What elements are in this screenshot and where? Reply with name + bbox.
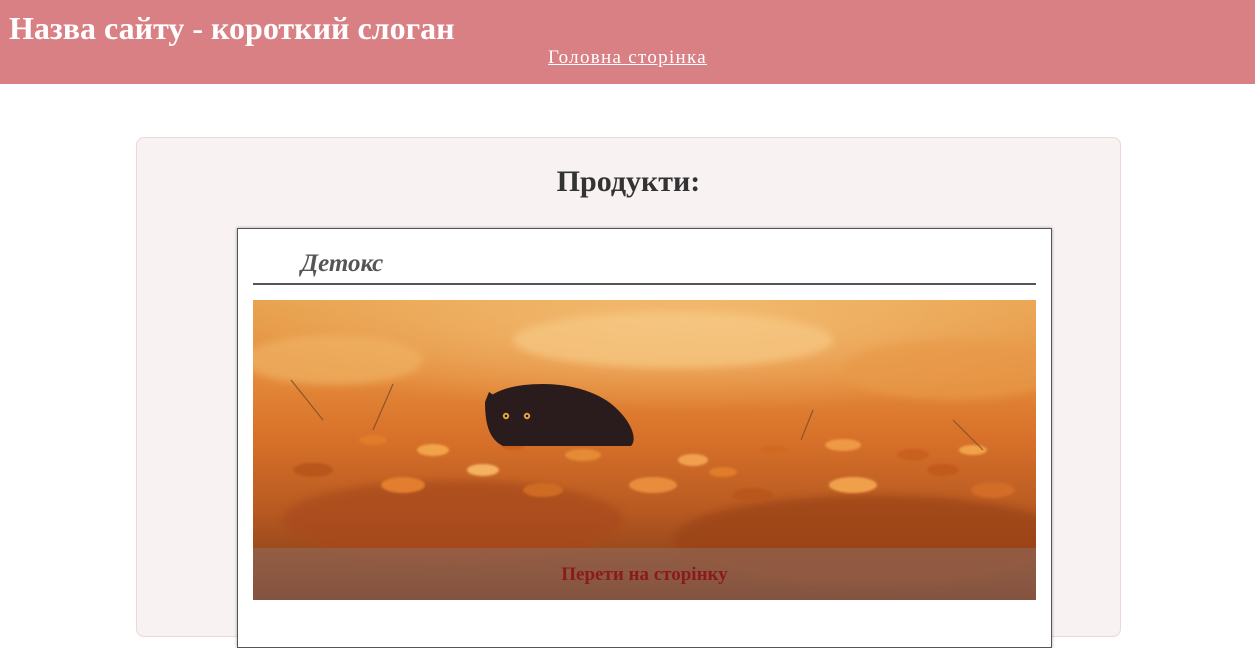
go-to-page-link[interactable]: Перети на сторінку <box>561 563 727 587</box>
product-name-heading: Детокс <box>253 248 1036 285</box>
content-panel: Продукти: Детокс Перети на сторінку <box>136 137 1121 648</box>
product-card: Детокс Перети на сторінку <box>237 228 1052 648</box>
nav-link-home[interactable]: Головна сторінка <box>0 46 1255 70</box>
site-header: Назва сайту - короткий слоган Головна ст… <box>0 0 1255 84</box>
site-title: Назва сайту - короткий слоган <box>9 10 455 46</box>
caption-bar: Перети на сторінку <box>253 548 1036 600</box>
product-image[interactable]: Перети на сторінку <box>253 300 1036 600</box>
product-name: Детокс <box>301 250 384 277</box>
section-title: Продукти: <box>556 165 701 198</box>
